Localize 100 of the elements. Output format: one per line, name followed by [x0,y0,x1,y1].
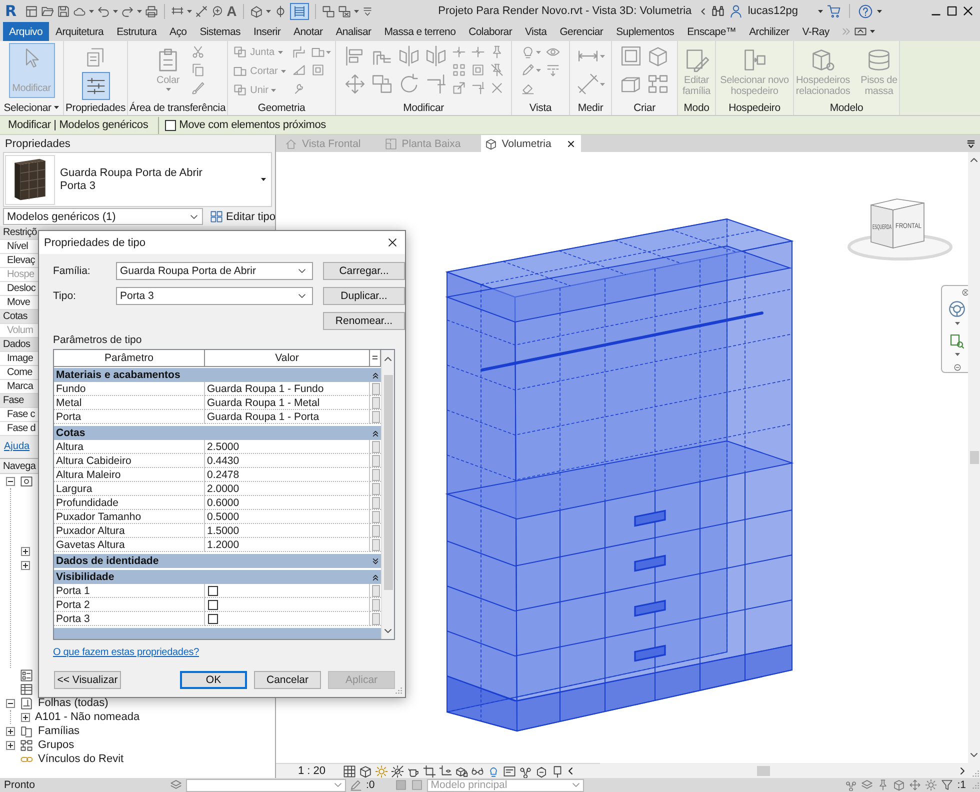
panel-toggle-icon[interactable] [854,25,868,38]
split-icon[interactable] [470,45,484,59]
steering-wheel-icon[interactable] [948,300,966,318]
parameter-button[interactable] [372,612,380,624]
print-icon[interactable] [144,4,158,18]
user-icon[interactable] [728,4,743,18]
tree-item[interactable]: Vínculos do Revit [38,753,124,765]
floor-plan-icon[interactable] [384,138,397,150]
expand-toggle-icon[interactable] [6,726,15,736]
parameter-button[interactable] [372,482,380,494]
mirror-icon[interactable] [424,45,446,67]
ribbon-tab[interactable]: Estrutura [110,22,162,41]
folder-icon[interactable] [40,4,54,18]
caret-icon[interactable] [870,30,876,33]
tree-item[interactable]: Famílias [38,725,80,737]
thin-lines-button[interactable] [290,2,309,20]
collapse-toggle-icon[interactable] [6,698,15,708]
house-icon[interactable] [285,138,297,150]
redo-icon[interactable] [120,4,134,18]
ribbon-tab[interactable]: Massa e terreno [378,22,462,41]
dropdown-caret-icon[interactable] [261,178,266,181]
sheet-icon[interactable] [20,696,33,710]
checkbox[interactable] [208,614,218,624]
unpin-icon[interactable] [490,63,504,77]
two-rectangles-icon[interactable] [20,724,33,738]
mirror-icon[interactable] [398,45,420,67]
document-lines-icon[interactable] [502,764,516,778]
collapse-icon[interactable] [372,372,379,378]
diagonal-dimension-icon[interactable] [194,4,208,18]
lightbulb-icon[interactable] [521,45,535,59]
trim-icon[interactable] [424,73,446,95]
group-header[interactable]: Materiais e acabamentos [54,368,381,382]
parameter-button[interactable] [372,510,380,522]
type-dropdown[interactable]: Porta 3 [116,287,313,305]
tree-item[interactable]: A101 - Não nomeada [35,711,140,723]
ribbon-tab[interactable]: Suplementos [610,22,680,41]
parameter-button[interactable] [372,382,380,394]
tab-menu-icon[interactable] [966,138,976,148]
help-link[interactable]: Ajuda [4,441,30,452]
parameter-button[interactable] [372,598,380,610]
filter-icon[interactable] [941,779,954,791]
cart-icon[interactable] [827,4,841,18]
resize-grip-icon[interactable] [970,780,980,790]
diagonal-dimension-icon[interactable] [576,73,598,95]
caret-icon[interactable] [186,10,192,12]
expand-toggle-icon[interactable] [6,740,15,750]
caret-icon[interactable] [54,106,60,109]
table-cell[interactable]: 0.5000 [205,510,370,524]
dialog-button[interactable]: Carregar... [323,262,405,280]
caret-icon[interactable] [112,10,118,12]
expand-toggle-icon[interactable] [21,546,30,556]
move-icon[interactable] [344,73,366,95]
undo-icon[interactable] [96,4,110,18]
checkbox-label[interactable]: Move com elementos próximos [179,119,326,131]
ribbon-tab[interactable]: Analisar [330,22,378,41]
copy-icon[interactable] [191,63,205,77]
type-selector[interactable]: Guarda Roupa Porta de Abrir Porta 3 [3,152,272,207]
scissors-icon[interactable] [191,45,205,59]
group-header[interactable]: Cotas [54,426,381,440]
caret-icon[interactable] [88,10,94,12]
scroll-thumb[interactable] [970,451,978,464]
app-window-icon[interactable] [24,4,38,18]
caret-icon[interactable] [354,10,359,12]
ribbon-tab[interactable]: Enscape™ [681,22,742,41]
line-style-icon[interactable] [546,63,560,77]
ribbon-tab[interactable]: Vista [519,22,553,41]
table-cell[interactable]: 1.5000 [205,524,370,538]
resize-grip-icon[interactable] [970,768,980,778]
thin-lines-icon[interactable] [292,4,306,18]
table-cell[interactable]: Guarda Roupa 1 - Porta [205,410,370,424]
layers-icon[interactable] [170,779,182,791]
view-scale[interactable]: 1 : 20 [298,765,326,777]
chevron-down-icon[interactable] [190,212,198,220]
chevron-down-icon[interactable] [298,292,306,300]
close-icon[interactable] [566,140,575,148]
cube-icon[interactable] [484,138,497,150]
table-cell[interactable]: 0.2478 [205,468,370,482]
layers-icon[interactable] [861,779,874,791]
nested-squares-icon[interactable] [310,63,325,77]
pin-icon[interactable] [877,779,890,791]
expand-toggle-icon[interactable] [21,712,30,722]
ribbon-tab[interactable]: Archilizer [743,22,796,41]
move-icon[interactable] [909,779,922,791]
switch-windows-icon[interactable] [322,4,335,18]
ribbon-tab[interactable]: Aço [163,22,193,41]
split-icon[interactable] [452,45,466,59]
list-icon[interactable] [20,668,33,682]
parameter-button[interactable] [372,468,380,480]
checkbox[interactable] [208,586,218,596]
chevron-up-icon[interactable] [970,156,978,164]
expand-toggle-icon[interactable] [21,560,30,570]
collapse-toggle-icon[interactable] [6,476,15,486]
paintbrush-icon[interactable] [191,81,205,95]
hexagon-icon[interactable] [534,764,548,778]
chevron-down-icon[interactable] [384,627,392,635]
scroll-thumb[interactable] [384,375,392,590]
vertical-scrollbar[interactable] [381,350,394,639]
sun-off-icon[interactable] [390,764,404,778]
crop-icon[interactable] [422,764,436,778]
binoculars-icon[interactable] [710,4,725,18]
